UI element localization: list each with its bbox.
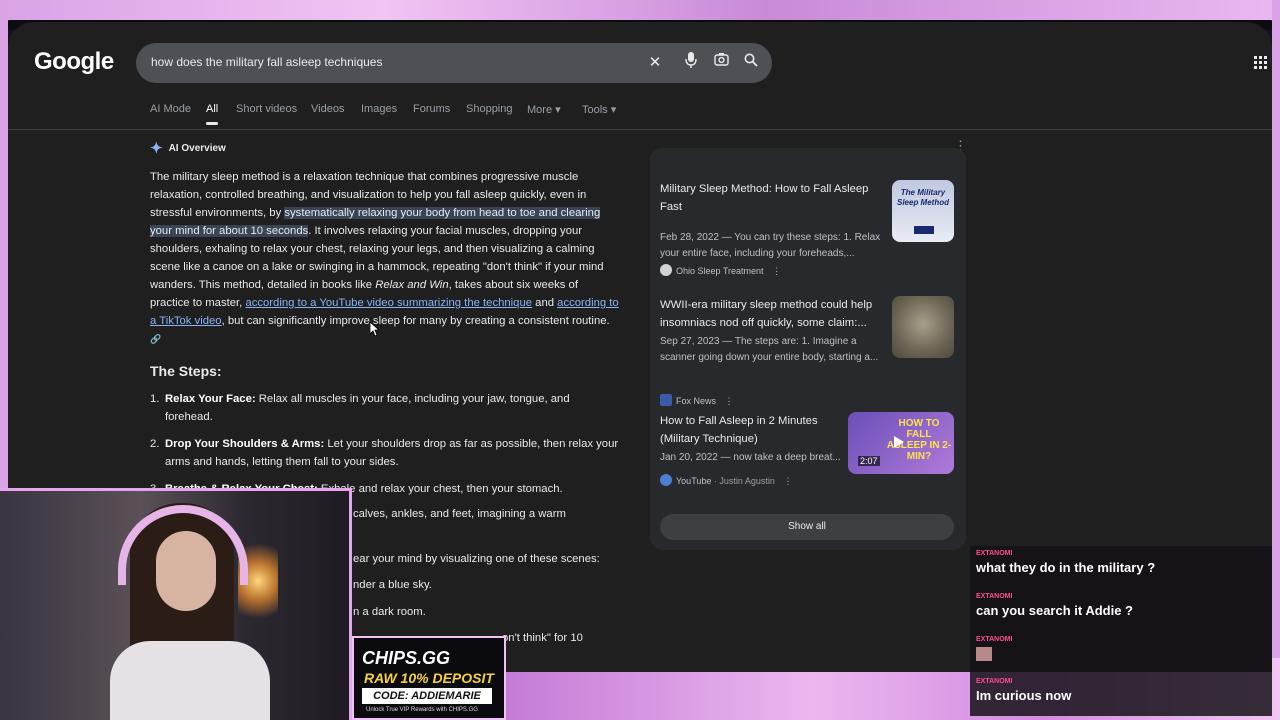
chat-text: Im curious now bbox=[976, 688, 1072, 703]
tab-short-videos[interactable]: Short videos bbox=[236, 103, 297, 115]
source-snippet: Feb 28, 2022 — You can try these steps: … bbox=[660, 232, 881, 259]
ai-overview-label: AI Overview bbox=[168, 143, 226, 154]
bed-icon bbox=[914, 226, 934, 234]
step-title: Drop Your Shoulders & Arms: bbox=[165, 438, 325, 450]
source-title[interactable]: WWII-era military sleep method could hel… bbox=[660, 296, 886, 332]
tab-tools[interactable]: Tools ▾ bbox=[582, 103, 616, 116]
sponsor-code: CODE: ADDIEMARIE bbox=[362, 688, 492, 704]
chat-message: EXTANOMI bbox=[976, 636, 1266, 661]
ai-overview-heading: ✦ AI Overview bbox=[150, 139, 226, 157]
chat-message: EXTANOMI what they do in the military ? bbox=[976, 550, 1266, 575]
show-all-button[interactable]: Show all bbox=[660, 514, 954, 540]
more-options-icon[interactable]: ⋮ bbox=[772, 266, 781, 276]
stream-chat: EXTANOMI what they do in the military ? … bbox=[970, 546, 1272, 716]
partial-step-line: n a dark room. bbox=[353, 606, 426, 618]
step-number: 1. bbox=[150, 393, 160, 405]
step-number: 2. bbox=[150, 438, 160, 450]
source-site: Ohio Sleep Treatment ⋮ bbox=[660, 264, 781, 277]
source-snippet: Sep 27, 2023 — The steps are: 1. Imagine… bbox=[660, 336, 879, 363]
tab-shopping[interactable]: Shopping bbox=[466, 103, 513, 115]
header-divider bbox=[8, 129, 1272, 130]
sources-panel: Military Sleep Method: How to Fall Aslee… bbox=[650, 148, 966, 550]
chat-message: EXTANOMI can you search it Addie ? bbox=[976, 593, 1266, 618]
partial-step-line: on't think" for 10 bbox=[502, 632, 583, 644]
tab-videos[interactable]: Videos bbox=[311, 103, 344, 115]
overview-text-e: , but can significantly improve sleep fo… bbox=[221, 315, 610, 327]
site-favicon bbox=[660, 474, 672, 486]
youtube-citation-link[interactable]: according to a YouTube video summarizing… bbox=[245, 297, 532, 309]
video-thumbnail[interactable]: HOW TO FALL ASLEEP IN 2-MIN? 2:07 bbox=[848, 412, 954, 474]
webcam-overlay bbox=[0, 488, 352, 720]
tab-more[interactable]: More ▾ bbox=[527, 103, 561, 116]
source-thumbnail[interactable]: The Military Sleep Method bbox=[892, 180, 954, 242]
more-options-icon[interactable]: ⋮ bbox=[783, 476, 792, 486]
chat-username: EXTANOMI bbox=[976, 550, 1013, 557]
mouse-cursor-icon bbox=[369, 321, 381, 342]
source-snippet: Jan 20, 2022 — now take a deep breat... bbox=[660, 452, 841, 463]
lens-icon[interactable] bbox=[710, 52, 732, 74]
steps-title: The Steps: bbox=[150, 363, 222, 379]
streamer-body bbox=[110, 641, 270, 720]
chat-username: EXTANOMI bbox=[976, 678, 1013, 685]
stream-frame-right bbox=[1272, 0, 1280, 720]
tab-forums[interactable]: Forums bbox=[413, 103, 450, 115]
step-text: Exhale and relax your chest, then your s… bbox=[317, 483, 563, 495]
step-item: 1. Relax Your Face: Relax all muscles in… bbox=[150, 390, 620, 426]
sponsor-brand: CHIPS.GG bbox=[362, 648, 451, 668]
overview-book-title: Relax and Win bbox=[375, 279, 449, 291]
search-icon[interactable] bbox=[740, 52, 762, 74]
overview-text-d: and bbox=[532, 297, 558, 309]
tab-images[interactable]: Images bbox=[361, 103, 397, 115]
source-site: YouTube · Justin Agustin ⋮ bbox=[660, 474, 792, 487]
chat-text: can you search it Addie ? bbox=[976, 603, 1134, 618]
search-box[interactable]: how does the military fall asleep techni… bbox=[136, 43, 772, 83]
source-site: Fox News ⋮ bbox=[660, 394, 734, 407]
thumbnail-text: The Military Sleep Method bbox=[896, 188, 949, 207]
play-icon[interactable] bbox=[894, 436, 904, 448]
source-title[interactable]: Military Sleep Method: How to Fall Aslee… bbox=[660, 180, 886, 216]
site-favicon bbox=[660, 264, 672, 276]
source-channel: · Justin Agustin bbox=[713, 476, 775, 486]
link-icon[interactable]: 🔗 bbox=[150, 334, 161, 344]
video-duration: 2:07 bbox=[858, 456, 880, 466]
sponsor-banner: CHIPS.GG RAW 10% DEPOSIT BONUS CODE: ADD… bbox=[352, 636, 506, 720]
tab-all[interactable]: All bbox=[206, 103, 219, 125]
chat-username: EXTANOMI bbox=[976, 593, 1013, 600]
source-name: YouTube bbox=[676, 476, 712, 486]
clear-icon[interactable]: ✕ bbox=[644, 52, 666, 74]
step-item: 2. Drop Your Shoulders & Arms: Let your … bbox=[150, 435, 620, 471]
source-title[interactable]: How to Fall Asleep in 2 Minutes (Militar… bbox=[660, 412, 840, 448]
chat-message: EXTANOMI Im curious now bbox=[976, 678, 1266, 703]
sparkle-icon: ✦ bbox=[150, 140, 163, 157]
source-thumbnail[interactable] bbox=[892, 296, 954, 358]
partial-step-line: nder a blue sky. bbox=[353, 579, 432, 591]
google-apps-icon[interactable] bbox=[1254, 56, 1268, 70]
ai-overview-text: The military sleep method is a relaxatio… bbox=[150, 168, 620, 348]
tab-ai-mode[interactable]: AI Mode bbox=[150, 103, 191, 115]
chat-username: EXTANOMI bbox=[976, 636, 1013, 643]
partial-step-line: ear your mind by visualizing one of thes… bbox=[353, 553, 600, 565]
chat-text: what they do in the military ? bbox=[976, 560, 1156, 575]
partial-step-line: calves, ankles, and feet, imagining a wa… bbox=[353, 508, 566, 520]
source-name: Ohio Sleep Treatment bbox=[676, 266, 764, 276]
search-input[interactable]: how does the military fall asleep techni… bbox=[151, 55, 382, 69]
sponsor-tagline: Unlock True VIP Rewards with CHIPS.GG bbox=[366, 707, 478, 713]
google-logo[interactable]: Google bbox=[34, 48, 114, 76]
chat-emote bbox=[976, 647, 992, 661]
step-title: Relax Your Face: bbox=[165, 393, 256, 405]
microphone-icon[interactable] bbox=[680, 52, 702, 74]
source-name: Fox News bbox=[676, 396, 717, 406]
more-options-icon[interactable]: ⋮ bbox=[725, 396, 734, 406]
site-favicon bbox=[660, 394, 672, 406]
